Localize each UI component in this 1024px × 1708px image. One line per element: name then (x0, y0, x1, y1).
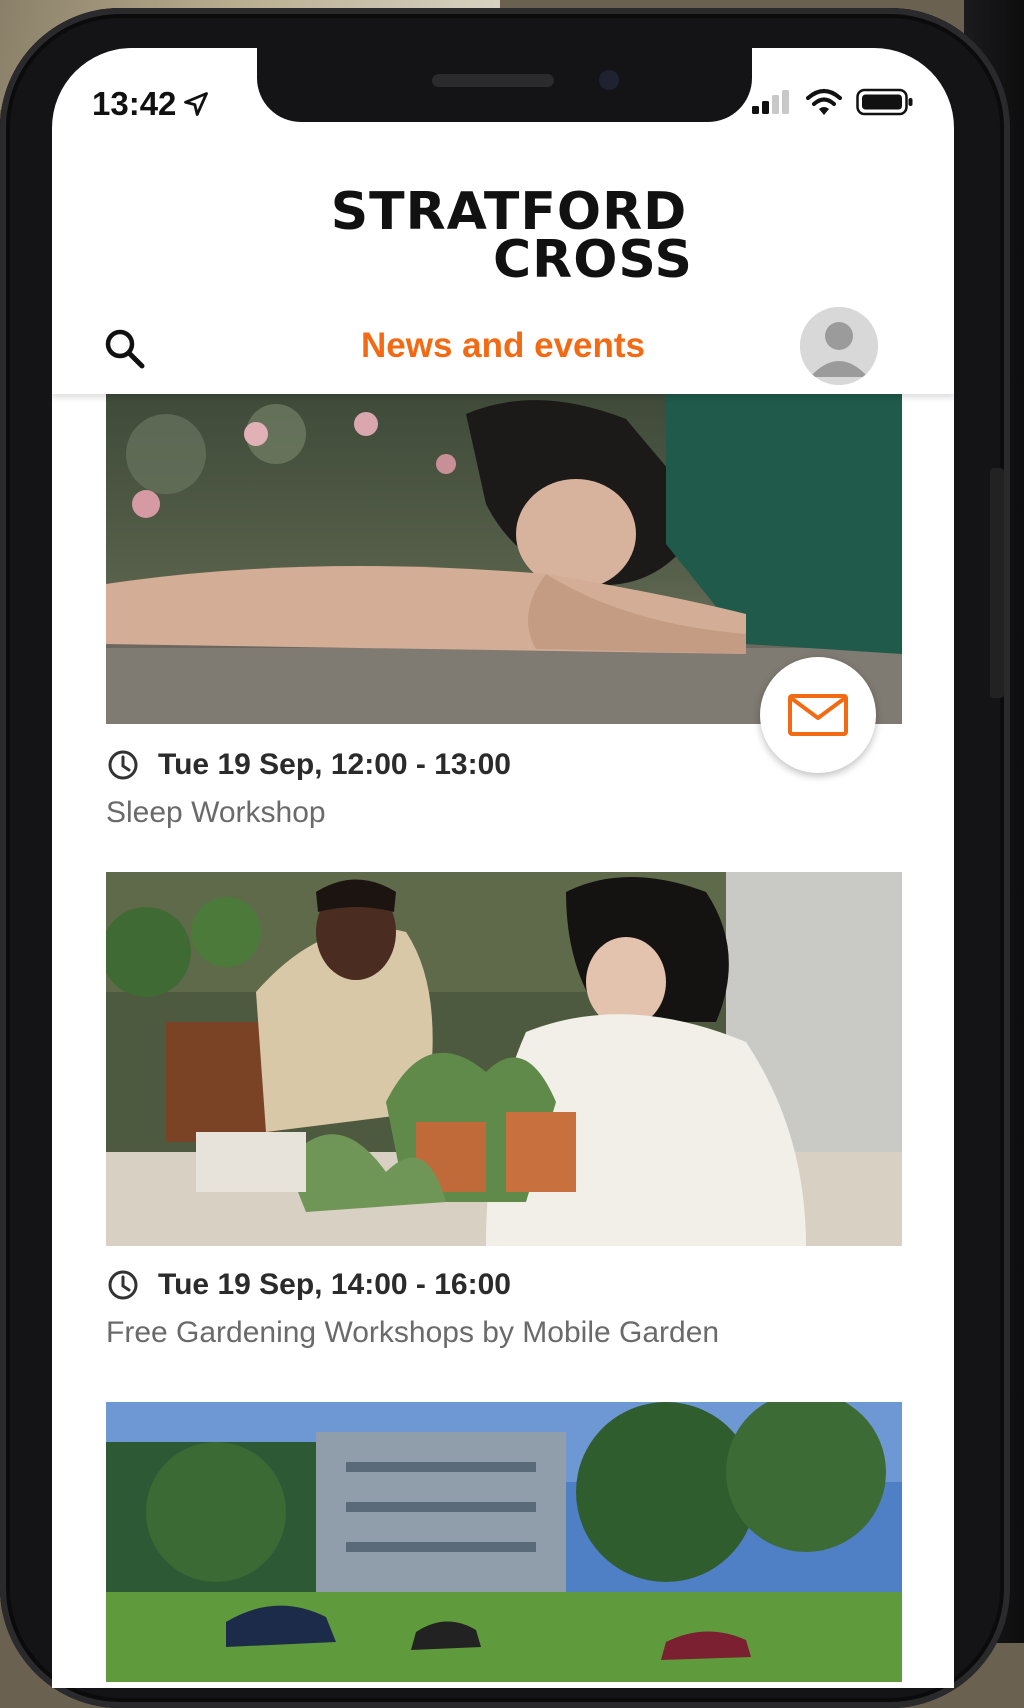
event-card[interactable]: Tue 19 Sep, 14:00 - 16:00 Free Gardening… (52, 864, 954, 1402)
battery-icon (856, 88, 913, 116)
newsletter-mail-button[interactable] (760, 657, 876, 773)
navigation-bar: News and events (52, 304, 954, 394)
event-date-row: Tue 19 Sep, 14:00 - 16:00 (106, 1268, 511, 1302)
event-title: Sleep Workshop (106, 796, 326, 829)
speaker (432, 74, 554, 87)
location-arrow-icon (184, 92, 209, 116)
event-image-outdoor-fitness (106, 1402, 902, 1682)
event-date-row: Tue 19 Sep, 12:00 - 13:00 (106, 748, 511, 782)
event-date: Tue 19 Sep, 12:00 - 13:00 (158, 748, 511, 781)
profile-avatar-button[interactable] (800, 307, 878, 385)
brand-logo: STRATFORD CROSS (52, 186, 954, 286)
status-icons (750, 88, 914, 116)
status-bar-time: 13:42 (92, 85, 210, 123)
event-card[interactable]: Tue 19 Sep, 12:00 - 13:00 Sleep Workshop (52, 394, 954, 864)
clock-icon (108, 750, 138, 780)
event-title: Free Gardening Workshops by Mobile Garde… (106, 1316, 720, 1349)
camera (599, 70, 619, 90)
avatar-icon (800, 307, 878, 385)
phone-screen: 13:42 STRATFORD CROSS News and events Tu… (52, 48, 954, 1688)
side-button (990, 468, 1004, 698)
clock-icon (108, 1270, 138, 1300)
events-list: Tue 19 Sep, 12:00 - 13:00 Sleep Workshop (52, 394, 954, 1688)
notch (257, 48, 752, 122)
event-image-gardening (106, 872, 902, 1246)
status-time-text: 13:42 (92, 85, 177, 122)
mail-icon (788, 694, 848, 736)
signal-icon (752, 90, 789, 114)
phone-frame: 13:42 STRATFORD CROSS News and events Tu… (0, 8, 1010, 1708)
event-card[interactable] (52, 1402, 954, 1688)
wifi-icon (806, 89, 842, 115)
event-date: Tue 19 Sep, 14:00 - 16:00 (158, 1268, 511, 1301)
